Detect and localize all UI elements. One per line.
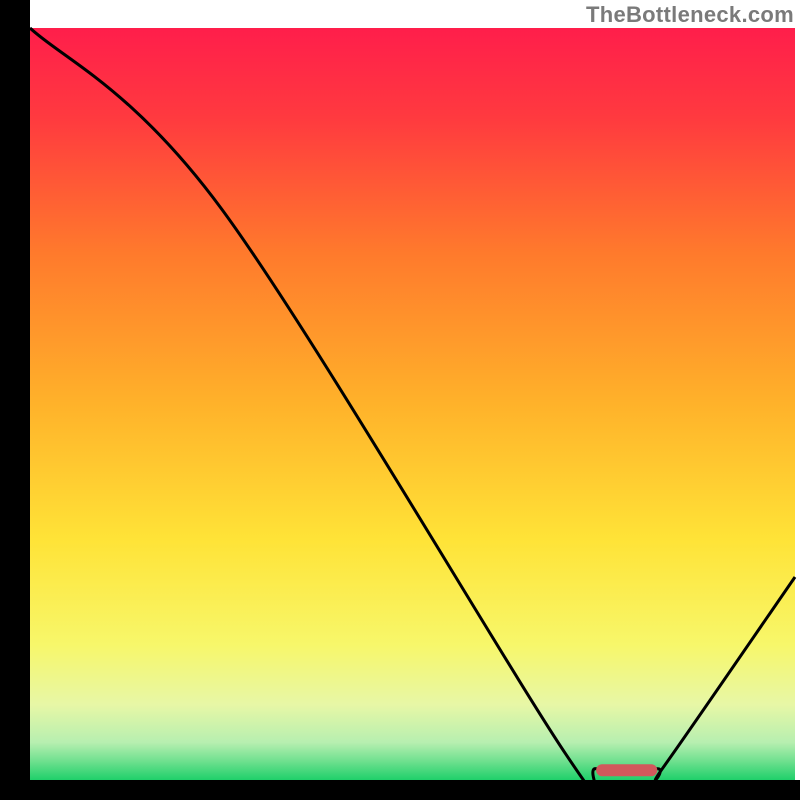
plot-background: [30, 28, 795, 780]
watermark-label: TheBottleneck.com: [586, 2, 794, 28]
chart-frame: TheBottleneck.com: [0, 0, 800, 800]
y-axis: [0, 0, 30, 800]
bottleneck-chart: [0, 0, 800, 800]
x-axis: [0, 780, 800, 800]
optimal-range-marker: [596, 764, 657, 776]
